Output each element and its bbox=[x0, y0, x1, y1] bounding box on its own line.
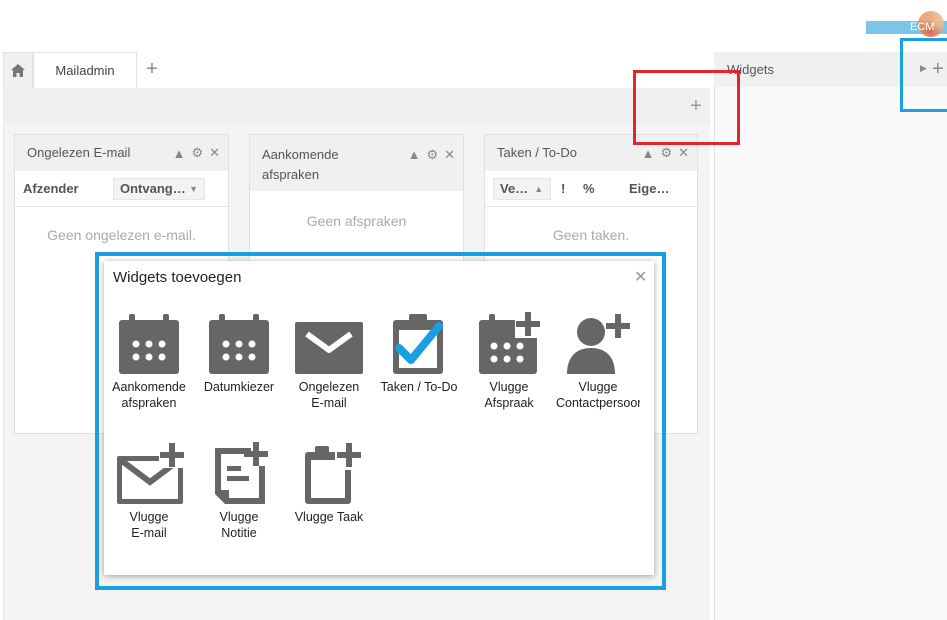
empty-message: Geen taken. bbox=[552, 227, 630, 243]
add-tab-button[interactable]: + bbox=[142, 58, 162, 80]
widget-item-label: Taken / To-Do bbox=[380, 380, 458, 394]
tab-label: Mailadmin bbox=[55, 63, 115, 78]
column-header-percent[interactable]: % bbox=[583, 181, 629, 196]
dialog-title: Widgets toevoegen bbox=[113, 269, 242, 286]
widget-item-label: Vlugge Taak bbox=[294, 510, 364, 524]
gear-icon[interactable]: ⚙ bbox=[660, 145, 672, 161]
column-headers: Afzender Ontvang… ▼ bbox=[15, 171, 228, 207]
empty-message: Geen afspraken bbox=[306, 213, 407, 229]
calendar-icon bbox=[119, 314, 179, 374]
clipboard-plus-icon bbox=[305, 442, 363, 504]
column-header-priority[interactable]: ! bbox=[561, 181, 583, 196]
column-header-sender[interactable]: Afzender bbox=[23, 181, 113, 196]
calendar-plus-icon bbox=[479, 312, 541, 374]
contact-plus-icon bbox=[567, 314, 630, 374]
column-headers: Ve… ▲ ! % Eige… bbox=[485, 171, 697, 207]
collapse-icon[interactable]: ▲ bbox=[642, 146, 655, 161]
close-icon[interactable]: ✕ bbox=[634, 267, 647, 287]
widget-item-date-picker[interactable]: Datumkiezer bbox=[196, 312, 282, 395]
widget-item-label: Vlugge Contactpersoon bbox=[556, 380, 640, 410]
sort-down-icon: ▼ bbox=[189, 183, 198, 194]
logo-text: ECM bbox=[910, 21, 935, 33]
widget-title: Ongelezen E-mail bbox=[27, 145, 131, 160]
widget-item-quick-note[interactable]: Vlugge Notitie bbox=[196, 442, 282, 541]
widget-item-label: Vlugge E-mail bbox=[129, 510, 169, 540]
widget-header: Aankomende afspraken ▲ ⚙ ✕ bbox=[250, 135, 463, 191]
divider bbox=[3, 52, 4, 620]
close-icon[interactable]: ✕ bbox=[209, 145, 220, 161]
column-header-received[interactable]: Ontvang… ▼ bbox=[113, 177, 205, 200]
widget-item-quick-task[interactable]: Vlugge Taak bbox=[286, 442, 372, 525]
widget-item-quick-appointment[interactable]: Vlugge Afspraak bbox=[466, 312, 552, 411]
widgets-sidebar bbox=[714, 52, 947, 620]
tab-mailadmin[interactable]: Mailadmin bbox=[33, 52, 137, 88]
widget-item-label: Vlugge Afspraak bbox=[484, 380, 534, 410]
tab-home[interactable] bbox=[3, 52, 33, 88]
collapse-icon[interactable]: ▲ bbox=[173, 146, 186, 161]
close-icon[interactable]: ✕ bbox=[444, 145, 455, 165]
envelope-plus-icon bbox=[117, 442, 185, 504]
collapse-icon[interactable]: ▲ bbox=[408, 145, 421, 165]
clipboard-check-icon bbox=[393, 314, 443, 374]
widget-item-tasks[interactable]: Taken / To-Do bbox=[376, 312, 462, 395]
empty-message: Geen ongelezen e-mail. bbox=[47, 227, 196, 243]
widget-item-label: Ongelezen E-mail bbox=[298, 380, 360, 410]
widget-item-quick-contact[interactable]: Vlugge Contactpersoon bbox=[556, 312, 640, 411]
column-header-received-label: Ontvang… bbox=[120, 181, 186, 196]
highlight-blue bbox=[900, 38, 947, 112]
widget-title: Taken / To-Do bbox=[497, 145, 577, 160]
calendar-icon bbox=[209, 314, 269, 374]
widget-header: Ongelezen E-mail ▲ ⚙ ✕ bbox=[15, 135, 228, 171]
note-plus-icon bbox=[215, 442, 268, 504]
home-icon bbox=[11, 64, 25, 77]
widget-item-upcoming-appointments[interactable]: Aankomende afspraken bbox=[106, 312, 192, 411]
widget-item-unread-email[interactable]: Ongelezen E-mail bbox=[286, 312, 372, 411]
widget-item-label: Vlugge Notitie bbox=[219, 510, 259, 540]
envelope-icon bbox=[295, 322, 363, 374]
close-icon[interactable]: ✕ bbox=[678, 145, 689, 161]
column-header-subject-label: Ve… bbox=[500, 181, 529, 196]
gear-icon[interactable]: ⚙ bbox=[426, 145, 438, 165]
gear-icon[interactable]: ⚙ bbox=[191, 145, 203, 161]
widget-title: Aankomende afspraken bbox=[262, 147, 339, 182]
column-header-owner[interactable]: Eige… bbox=[629, 181, 669, 196]
sort-up-icon: ▲ bbox=[534, 183, 544, 194]
widget-item-label: Datumkiezer bbox=[203, 380, 275, 394]
widget-item-quick-email[interactable]: Vlugge E-mail bbox=[106, 442, 192, 541]
highlight-red bbox=[633, 70, 740, 145]
widget-item-label: Aankomende afspraken bbox=[112, 380, 186, 410]
dashboard-toolbar bbox=[3, 88, 710, 124]
column-header-subject[interactable]: Ve… ▲ bbox=[493, 177, 551, 200]
